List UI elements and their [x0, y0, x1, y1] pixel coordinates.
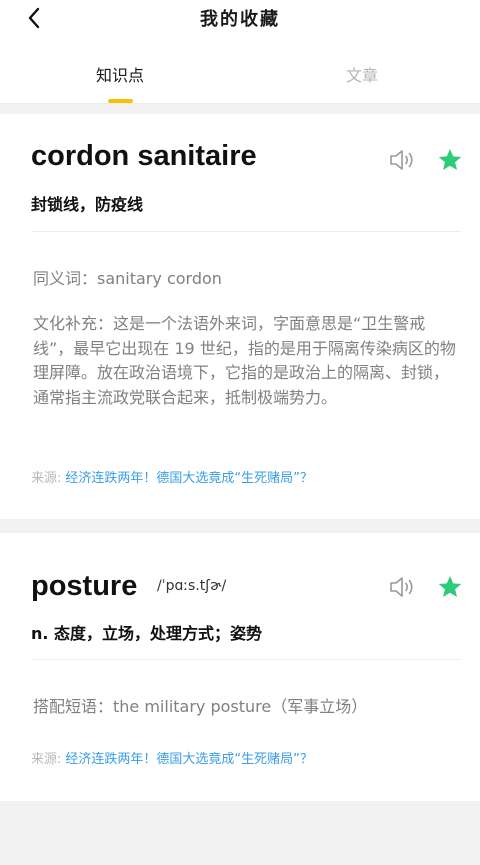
vocab-word: posture — [31, 570, 138, 602]
vocab-meaning: 封锁线，防疫线 — [31, 195, 144, 214]
source-line: 来源: 经济连跌两年！德国大选竟成“生死赌局”？ — [31, 467, 313, 486]
vocab-card[interactable]: posture /ˈpɑːs.tʃɚ/ n. 态度，立场，处理方式；姿势 搭配短… — [0, 533, 480, 801]
star-icon — [438, 149, 462, 170]
tab-knowledge-points[interactable]: 知识点 — [88, 62, 152, 86]
tab-bar: 知识点 文章 — [0, 54, 480, 104]
source-line: 来源: 经济连跌两年！德国大选竟成“生死赌局”？ — [31, 748, 313, 767]
collocation-text: 搭配短语：the military posture（军事立场） — [33, 697, 368, 716]
phonetic: /ˈpɑːs.tʃɚ/ — [157, 578, 227, 594]
vocab-word: cordon sanitaire — [31, 140, 257, 172]
vocab-meaning: n. 态度，立场，处理方式；姿势 — [31, 624, 263, 643]
culture-note: 文化补充：这是一个法语外来词，字面意思是“卫生警戒线”，最早它出现在 19 世纪… — [33, 314, 456, 407]
page-title: 我的收藏 — [200, 9, 280, 30]
source-label: 来源: — [31, 471, 62, 486]
header: 我的收藏 知识点 文章 — [0, 0, 480, 104]
divider — [31, 659, 461, 660]
favorite-star-button[interactable] — [437, 574, 463, 600]
source-label: 来源: — [31, 752, 62, 767]
speaker-icon — [390, 577, 413, 597]
source-article-link[interactable]: 经济连跌两年！德国大选竟成“生死赌局”？ — [65, 752, 312, 767]
active-tab-indicator — [108, 99, 133, 103]
speaker-button[interactable] — [388, 148, 416, 172]
favorite-star-button[interactable] — [437, 147, 463, 173]
speaker-button[interactable] — [388, 575, 416, 599]
star-icon — [438, 576, 462, 597]
divider — [31, 231, 461, 232]
source-article-link[interactable]: 经济连跌两年！德国大选竟成“生死赌局”？ — [65, 471, 312, 486]
speaker-icon — [390, 150, 413, 170]
synonym-text: 同义词：sanitary cordon — [33, 269, 222, 288]
tab-articles[interactable]: 文章 — [330, 62, 394, 86]
vocab-card[interactable]: cordon sanitaire 封锁线，防疫线 同义词：sanitary co… — [0, 114, 480, 519]
